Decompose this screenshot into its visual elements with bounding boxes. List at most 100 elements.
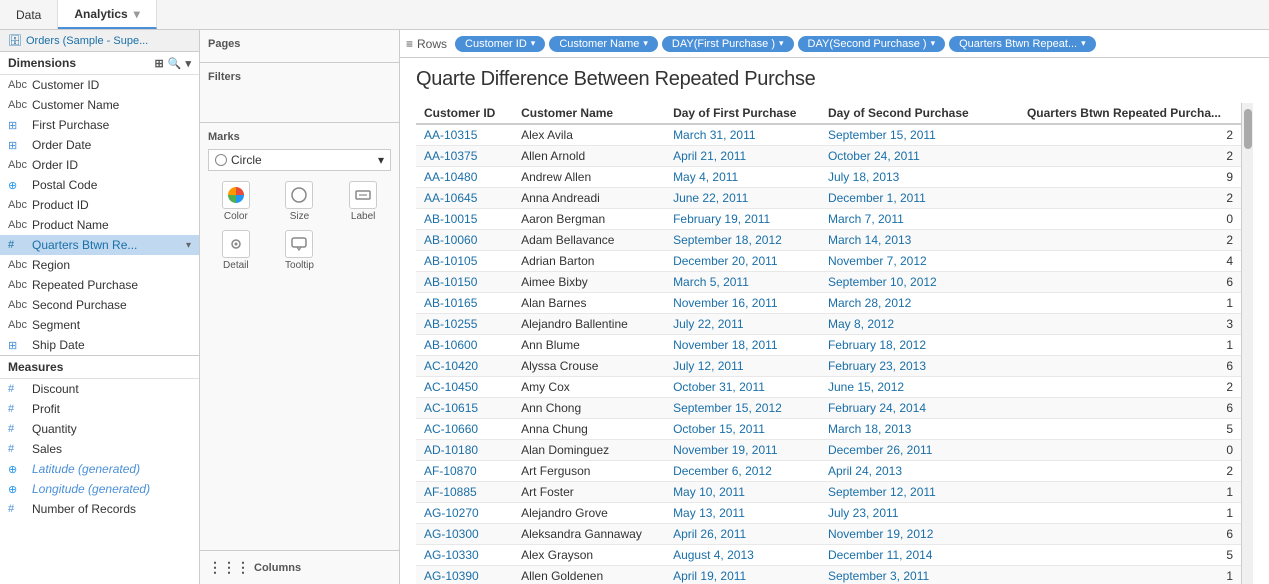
sidebar-item-longitude[interactable]: ⊕ Longitude (generated)	[0, 479, 199, 499]
sidebar-item-latitude[interactable]: ⊕ Latitude (generated)	[0, 459, 199, 479]
sidebar-item-region[interactable]: Abc Region	[0, 255, 199, 275]
item-type-icon: #	[8, 383, 28, 395]
cell-first-purchase: May 13, 2011	[665, 503, 820, 524]
dimensions-title: Dimensions	[8, 56, 76, 70]
sidebar-item-second-purchase[interactable]: Abc Second Purchase	[0, 295, 199, 315]
table-row[interactable]: AG-10270Alejandro GroveMay 13, 2011July …	[416, 503, 1241, 524]
cell-first-purchase: July 12, 2011	[665, 356, 820, 377]
table-row[interactable]: AB-10600Ann BlumeNovember 18, 2011Februa…	[416, 335, 1241, 356]
marks-color-icon	[222, 181, 250, 209]
sidebar-item-label: Customer ID	[32, 78, 99, 92]
scrollbar-thumb[interactable]	[1244, 109, 1252, 149]
pages-title: Pages	[208, 38, 391, 50]
table-row[interactable]: AC-10420Alyssa CrouseJuly 12, 2011Februa…	[416, 356, 1241, 377]
sidebar-item-profit[interactable]: # Profit	[0, 399, 199, 419]
search-icon[interactable]: 🔍	[168, 57, 182, 70]
sidebar-item-quantity[interactable]: # Quantity	[0, 419, 199, 439]
pill-customer-id[interactable]: Customer ID ▾	[455, 36, 545, 52]
marks-color-item[interactable]: Color	[208, 181, 264, 222]
cell-second-purchase: April 24, 2013	[820, 461, 994, 482]
sidebar-item-ship-date[interactable]: ⊞ Ship Date	[0, 335, 199, 355]
item-type-icon: #	[8, 443, 28, 455]
cell-quarters: 6	[994, 524, 1241, 545]
sidebar-item-quarters[interactable]: # Quarters Btwn Re... ▾	[0, 235, 199, 255]
data-source[interactable]: 🗄 Orders (Sample - Supe...	[0, 30, 199, 52]
sidebar-item-label: Product ID	[32, 198, 89, 212]
table-row[interactable]: AG-10390Allen GoldenenApril 19, 2011Sept…	[416, 566, 1241, 584]
pill-dropdown-icon: ▾	[531, 38, 536, 49]
sidebar-item-repeated-purchase[interactable]: Abc Repeated Purchase	[0, 275, 199, 295]
item-type-icon: Abc	[8, 99, 28, 111]
sidebar-item-product-name[interactable]: Abc Product Name	[0, 215, 199, 235]
marks-type-dropdown[interactable]: Circle ▾	[208, 149, 391, 171]
pill-second-purchase-label: DAY(Second Purchase )	[808, 38, 927, 50]
cell-customer-id: AG-10390	[416, 566, 513, 584]
table-row[interactable]: AB-10255Alejandro BallentineJuly 22, 201…	[416, 314, 1241, 335]
marks-label-icon	[349, 181, 377, 209]
cell-customer-id: AB-10165	[416, 293, 513, 314]
marks-section: Marks Circle ▾ Color	[200, 123, 399, 279]
sidebar-item-order-id[interactable]: Abc Order ID	[0, 155, 199, 175]
item-type-icon: Abc	[8, 319, 28, 331]
marks-size-item[interactable]: Size	[272, 181, 328, 222]
sidebar-item-label: Quantity	[32, 422, 77, 436]
pill-customer-name[interactable]: Customer Name ▾	[549, 36, 658, 52]
table-row[interactable]: AA-10645Anna AndreadiJune 22, 2011Decemb…	[416, 188, 1241, 209]
table-row[interactable]: AA-10480Andrew AllenMay 4, 2011July 18, …	[416, 167, 1241, 188]
sidebar-item-customer-name[interactable]: Abc Customer Name	[0, 95, 199, 115]
tab-data[interactable]: Data	[0, 0, 58, 29]
grid-icon[interactable]: ⊞	[155, 57, 164, 70]
item-type-icon: Abc	[8, 219, 28, 231]
data-table: Customer ID Customer Name Day of First P…	[416, 103, 1241, 584]
table-row[interactable]: AG-10330Alex GraysonAugust 4, 2013Decemb…	[416, 545, 1241, 566]
table-row[interactable]: AD-10180Alan DominguezNovember 19, 2011D…	[416, 440, 1241, 461]
chevron-down-icon[interactable]: ▾	[185, 57, 191, 70]
cell-second-purchase: September 15, 2011	[820, 124, 994, 146]
table-row[interactable]: AG-10300Aleksandra GannawayApril 26, 201…	[416, 524, 1241, 545]
table-row[interactable]: AA-10315Alex AvilaMarch 31, 2011Septembe…	[416, 124, 1241, 146]
cell-customer-id: AB-10060	[416, 230, 513, 251]
table-row[interactable]: AC-10450Amy CoxOctober 31, 2011June 15, …	[416, 377, 1241, 398]
table-row[interactable]: AA-10375Allen ArnoldApril 21, 2011Octobe…	[416, 146, 1241, 167]
tab-bar: Data Analytics ▾	[0, 0, 1269, 30]
cell-first-purchase: May 4, 2011	[665, 167, 820, 188]
table-row[interactable]: AB-10165Alan BarnesNovember 16, 2011Marc…	[416, 293, 1241, 314]
sidebar-item-label: Second Purchase	[32, 298, 127, 312]
marks-tooltip-item[interactable]: Tooltip	[272, 230, 328, 271]
cell-first-purchase: December 6, 2012	[665, 461, 820, 482]
table-row[interactable]: AB-10060Adam BellavanceSeptember 18, 201…	[416, 230, 1241, 251]
cell-first-purchase: May 10, 2011	[665, 482, 820, 503]
pill-second-purchase[interactable]: DAY(Second Purchase ) ▾	[798, 36, 946, 52]
marks-label-item[interactable]: Label	[335, 181, 391, 222]
table-row[interactable]: AB-10105Adrian BartonDecember 20, 2011No…	[416, 251, 1241, 272]
sidebar-item-sales[interactable]: # Sales	[0, 439, 199, 459]
cell-first-purchase: November 19, 2011	[665, 440, 820, 461]
table-scrollbar[interactable]	[1241, 103, 1253, 584]
table-row[interactable]: AB-10015Aaron BergmanFebruary 19, 2011Ma…	[416, 209, 1241, 230]
sidebar-item-discount[interactable]: # Discount	[0, 379, 199, 399]
cell-first-purchase: April 19, 2011	[665, 566, 820, 584]
cell-quarters: 1	[994, 335, 1241, 356]
cell-second-purchase: March 7, 2011	[820, 209, 994, 230]
table-row[interactable]: AF-10870Art FergusonDecember 6, 2012Apri…	[416, 461, 1241, 482]
pill-first-purchase[interactable]: DAY(First Purchase ) ▾	[662, 36, 794, 52]
sidebar-item-product-id[interactable]: Abc Product ID	[0, 195, 199, 215]
table-row[interactable]: AF-10885Art FosterMay 10, 2011September …	[416, 482, 1241, 503]
sidebar-item-first-purchase[interactable]: ⊞ First Purchase	[0, 115, 199, 135]
table-row[interactable]: AB-10150Aimee BixbyMarch 5, 2011Septembe…	[416, 272, 1241, 293]
sidebar-item-label: Order Date	[32, 138, 91, 152]
table-row[interactable]: AC-10660Anna ChungOctober 15, 2011March …	[416, 419, 1241, 440]
cell-second-purchase: September 3, 2011	[820, 566, 994, 584]
sidebar-item-postal-code[interactable]: ⊕ Postal Code	[0, 175, 199, 195]
sidebar-item-segment[interactable]: Abc Segment	[0, 315, 199, 335]
tab-close-icon[interactable]: ▾	[134, 7, 140, 21]
cell-first-purchase: August 4, 2013	[665, 545, 820, 566]
sidebar-item-num-records[interactable]: # Number of Records	[0, 499, 199, 519]
marks-detail-item[interactable]: Detail	[208, 230, 264, 271]
cell-customer-name: Ann Chong	[513, 398, 665, 419]
table-row[interactable]: AC-10615Ann ChongSeptember 15, 2012Febru…	[416, 398, 1241, 419]
sidebar-item-order-date[interactable]: ⊞ Order Date	[0, 135, 199, 155]
pill-quarters[interactable]: Quarters Btwn Repeat... ▾	[949, 36, 1096, 52]
tab-analytics[interactable]: Analytics ▾	[58, 0, 156, 29]
sidebar-item-customer-id[interactable]: Abc Customer ID	[0, 75, 199, 95]
